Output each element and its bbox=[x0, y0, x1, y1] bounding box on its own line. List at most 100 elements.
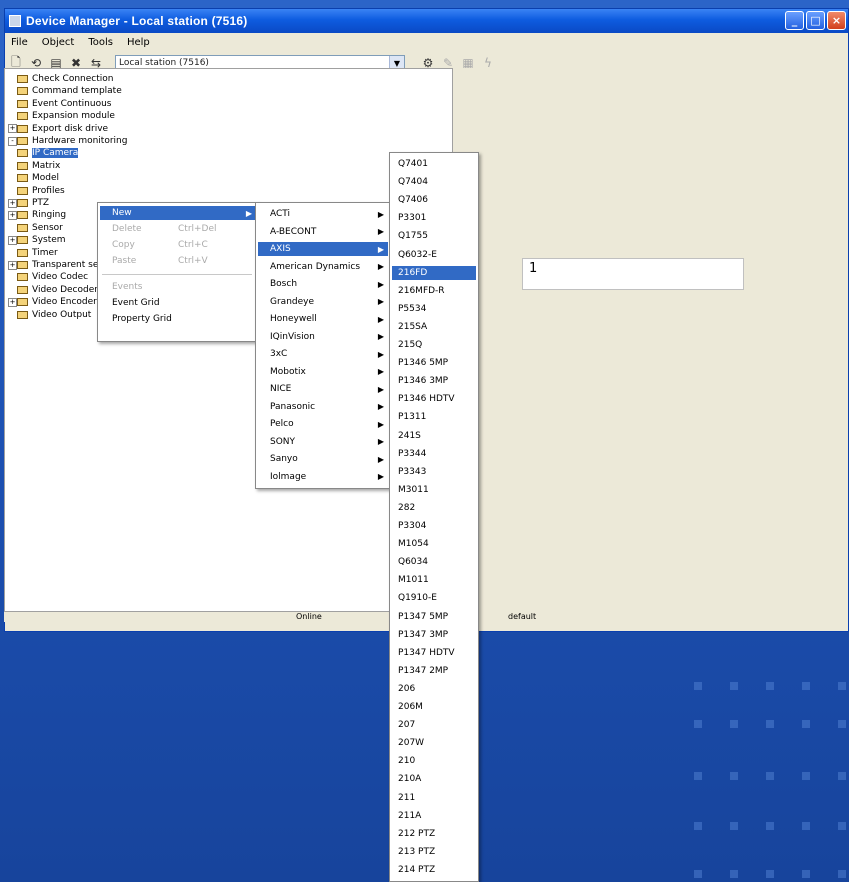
model-menu-item[interactable]: P3343 bbox=[392, 465, 476, 479]
tree-item[interactable]: Check Connection bbox=[17, 73, 113, 85]
model-menu-item[interactable]: Q6032-E bbox=[392, 248, 476, 262]
expand-toggle-icon[interactable]: + bbox=[8, 260, 17, 270]
menu-object[interactable]: Object bbox=[40, 37, 77, 48]
context-menu-item[interactable]: Property Grid bbox=[100, 312, 256, 326]
context-menu-item[interactable]: Copy Ctrl+C bbox=[100, 238, 256, 252]
model-menu-item[interactable]: P1346 5MP bbox=[392, 356, 476, 370]
model-menu-item[interactable]: P3344 bbox=[392, 447, 476, 461]
tree-item[interactable]: Profiles bbox=[17, 185, 65, 197]
expand-toggle-icon[interactable]: - bbox=[8, 136, 17, 146]
tree-item[interactable]: + System bbox=[8, 234, 66, 246]
value-field[interactable]: 1 bbox=[522, 258, 744, 290]
context-menu-item[interactable]: Delete Ctrl+Del bbox=[100, 222, 256, 236]
model-menu-item[interactable]: Q1755 bbox=[392, 229, 476, 243]
expand-toggle-icon[interactable]: + bbox=[8, 210, 17, 220]
maximize-button[interactable]: □ bbox=[806, 11, 825, 30]
vendor-menu-item[interactable]: Mobotix ▶ bbox=[258, 365, 388, 379]
context-menu-item[interactable]: Event Grid bbox=[100, 296, 256, 310]
vendor-menu-item[interactable]: IQinVision ▶ bbox=[258, 330, 388, 344]
tree-item[interactable]: Model bbox=[17, 172, 59, 184]
context-menu-item[interactable]: New ▶ bbox=[100, 206, 256, 220]
vendor-menu-item[interactable]: Honeywell ▶ bbox=[258, 312, 388, 326]
vendor-menu-item[interactable]: Bosch ▶ bbox=[258, 277, 388, 291]
model-menu-item[interactable]: P1347 2MP bbox=[392, 664, 476, 678]
vendor-menu-item[interactable]: Sanyo ▶ bbox=[258, 452, 388, 466]
model-menu-item[interactable]: P1311 bbox=[392, 410, 476, 424]
vendor-menu-item[interactable]: NICE ▶ bbox=[258, 382, 388, 396]
model-menu-item[interactable]: P3301 bbox=[392, 211, 476, 225]
model-menu-item[interactable]: 241S bbox=[392, 429, 476, 443]
tree-item[interactable]: Command template bbox=[17, 85, 122, 97]
model-menu-item[interactable]: P1347 HDTV bbox=[392, 646, 476, 660]
vendor-menu-item[interactable]: AXIS ▶ bbox=[258, 242, 388, 256]
tree-item[interactable]: + Video Encoder bbox=[8, 296, 97, 308]
tree-item[interactable]: Sensor bbox=[17, 222, 63, 234]
model-menu-item[interactable]: 214 PTZ bbox=[392, 863, 476, 877]
tree-item[interactable]: + Ringing bbox=[8, 209, 66, 221]
desktop-dot bbox=[766, 870, 774, 878]
model-menu-item[interactable]: M1011 bbox=[392, 573, 476, 587]
model-menu-item[interactable]: P5534 bbox=[392, 302, 476, 316]
model-menu-item[interactable]: P1346 HDTV bbox=[392, 392, 476, 406]
model-menu-item[interactable]: 216FD bbox=[392, 265, 476, 280]
tree-item[interactable]: IP Camera bbox=[17, 147, 79, 159]
vendor-menu-item[interactable]: Grandeye ▶ bbox=[258, 295, 388, 309]
tree-item[interactable]: Timer bbox=[17, 247, 58, 259]
minimize-button[interactable]: _ bbox=[785, 11, 804, 30]
vendor-menu-item[interactable]: Panasonic ▶ bbox=[258, 400, 388, 414]
vendor-menu-item[interactable]: SONY ▶ bbox=[258, 435, 388, 449]
model-menu-item[interactable]: Q7404 bbox=[392, 175, 476, 189]
model-menu-item[interactable]: P1346 3MP bbox=[392, 374, 476, 388]
vendor-menu-item[interactable]: 3xC ▶ bbox=[258, 347, 388, 361]
model-menu-item[interactable]: 211 bbox=[392, 791, 476, 805]
model-menu-item[interactable]: 206M bbox=[392, 700, 476, 714]
vendor-menu-item[interactable]: Pelco ▶ bbox=[258, 417, 388, 431]
title-bar[interactable]: Device Manager - Local station (7516) _ … bbox=[5, 9, 848, 33]
model-menu-item[interactable]: Q6034 bbox=[392, 555, 476, 569]
model-menu-item[interactable]: 213 PTZ bbox=[392, 845, 476, 859]
model-menu-item[interactable]: 216MFD-R bbox=[392, 284, 476, 298]
model-menu-item[interactable]: Q7406 bbox=[392, 193, 476, 207]
model-menu-item[interactable]: M1054 bbox=[392, 537, 476, 551]
model-menu-item[interactable]: 215SA bbox=[392, 320, 476, 334]
tree-item[interactable]: Matrix bbox=[17, 160, 60, 172]
expand-toggle-icon[interactable]: + bbox=[8, 235, 17, 245]
model-menu-item[interactable]: 210 bbox=[392, 754, 476, 768]
model-menu-item[interactable]: Q1910-E bbox=[392, 591, 476, 605]
context-menu-item[interactable]: Paste Ctrl+V bbox=[100, 254, 256, 268]
menu-help[interactable]: Help bbox=[125, 37, 152, 48]
vendor-menu-item[interactable]: Iolmage ▶ bbox=[258, 470, 388, 484]
tree-item[interactable]: + Export disk drive bbox=[8, 123, 108, 135]
expand-toggle-icon[interactable]: + bbox=[8, 124, 17, 134]
close-button[interactable]: × bbox=[827, 11, 846, 30]
menu-item-label: 215Q bbox=[398, 340, 423, 350]
model-menu-item[interactable]: 207W bbox=[392, 736, 476, 750]
tree-item[interactable]: Event Continuous bbox=[17, 98, 111, 110]
vendor-menu-item[interactable]: A-BECONT ▶ bbox=[258, 225, 388, 239]
model-menu-item[interactable]: 215Q bbox=[392, 338, 476, 352]
model-menu-item[interactable]: 207 bbox=[392, 718, 476, 732]
tree-item[interactable]: - Hardware monitoring bbox=[8, 135, 127, 147]
tree-item[interactable]: Video Codec bbox=[17, 271, 88, 283]
tree-item[interactable]: Video Output bbox=[17, 309, 91, 321]
tree-item[interactable]: Video Decoder bbox=[17, 284, 98, 296]
model-menu-item[interactable]: 210A bbox=[392, 772, 476, 786]
menu-file[interactable]: File bbox=[9, 37, 30, 48]
model-menu-item[interactable]: P3304 bbox=[392, 519, 476, 533]
model-menu-item[interactable]: P1347 3MP bbox=[392, 628, 476, 642]
model-menu-item[interactable]: P1347 5MP bbox=[392, 610, 476, 624]
expand-toggle-icon[interactable]: + bbox=[8, 198, 17, 208]
expand-toggle-icon[interactable]: + bbox=[8, 297, 17, 307]
tree-item[interactable]: Expansion module bbox=[17, 110, 115, 122]
context-menu-item[interactable]: Events bbox=[100, 280, 256, 294]
menu-tools[interactable]: Tools bbox=[86, 37, 115, 48]
tree-item[interactable]: + PTZ bbox=[8, 197, 49, 209]
vendor-menu-item[interactable]: ACTi ▶ bbox=[258, 207, 388, 221]
model-menu-item[interactable]: 206 bbox=[392, 682, 476, 696]
model-menu-item[interactable]: Q7401 bbox=[392, 157, 476, 171]
model-menu-item[interactable]: M3011 bbox=[392, 483, 476, 497]
vendor-menu-item[interactable]: American Dynamics ▶ bbox=[258, 260, 388, 274]
model-menu-item[interactable]: 282 bbox=[392, 501, 476, 515]
model-menu-item[interactable]: 211A bbox=[392, 809, 476, 823]
model-menu-item[interactable]: 212 PTZ bbox=[392, 827, 476, 841]
